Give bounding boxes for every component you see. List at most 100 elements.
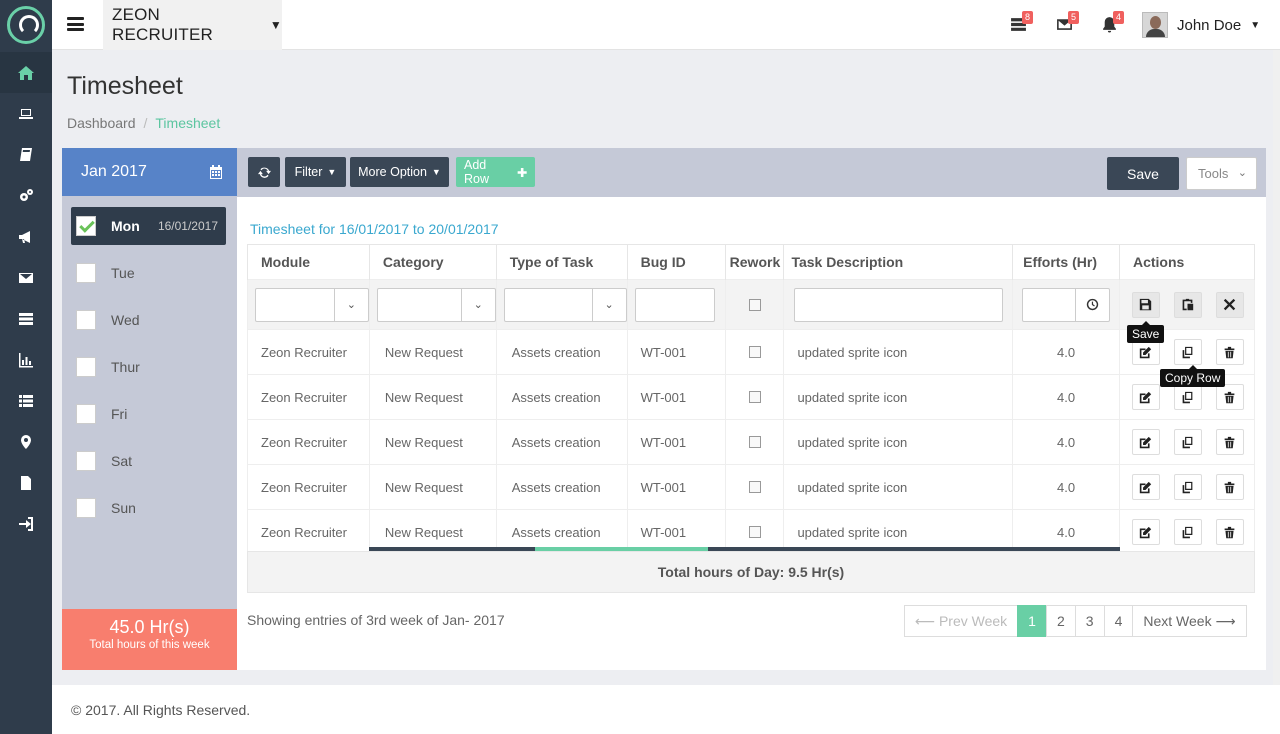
more-option-button[interactable]: More Option ▼ <box>350 157 449 187</box>
bug-id-cell: WT-001 <box>627 419 727 465</box>
day-item-sat[interactable]: Sat <box>71 442 226 480</box>
hamburger-menu-icon[interactable] <box>67 17 84 31</box>
book-icon[interactable] <box>0 134 52 175</box>
column-header[interactable]: Bug ID <box>627 244 727 280</box>
column-header[interactable]: Module <box>247 244 370 280</box>
tools-select[interactable]: Tools ⌄ <box>1186 157 1257 190</box>
rework-checkbox[interactable] <box>748 391 761 403</box>
edit-row-button[interactable] <box>1131 429 1160 455</box>
column-header[interactable]: Task Description <box>783 244 1014 280</box>
next-week-button[interactable]: Next Week ⟶ <box>1132 605 1247 637</box>
copy-row-button[interactable] <box>1173 339 1202 365</box>
calendar-icon[interactable] <box>208 164 224 180</box>
copy-row-button[interactable] <box>1173 474 1202 500</box>
list-icon[interactable] <box>0 380 52 421</box>
add-row-button[interactable]: Add Row <box>456 157 535 187</box>
category-cell: New Request <box>369 464 497 510</box>
copy-row-button[interactable] <box>1173 519 1202 546</box>
day-item-fri[interactable]: Fri <box>71 395 226 433</box>
bug-id-cell: WT-001 <box>627 329 727 375</box>
day-checkbox[interactable] <box>76 263 96 283</box>
showing-text: Showing entries of 3rd week of Jan- 2017 <box>247 612 505 628</box>
copy-row-button[interactable] <box>1173 429 1202 455</box>
delete-row-button[interactable] <box>1215 384 1244 410</box>
rework-checkbox[interactable] <box>748 526 761 539</box>
task-type-select[interactable]: ⌄ <box>503 287 627 322</box>
user-name: John Doe <box>1177 16 1242 34</box>
page-scrollbar[interactable] <box>1273 50 1280 734</box>
day-checkbox[interactable] <box>76 216 96 236</box>
day-checkbox[interactable] <box>76 498 96 518</box>
edit-row-button[interactable] <box>1131 474 1160 500</box>
page-2-button[interactable]: 2 <box>1045 605 1076 637</box>
copyright-text: © 2017. All Rights Reserved. <box>71 702 251 718</box>
clock-icon[interactable] <box>1074 288 1109 321</box>
delete-row-button[interactable] <box>1215 429 1244 455</box>
save-button[interactable]: Save <box>1107 157 1179 190</box>
app-logo[interactable] <box>0 0 52 50</box>
laptop-icon[interactable] <box>0 93 52 134</box>
user-menu[interactable]: John Doe ▼ <box>1142 12 1260 38</box>
envelope-icon[interactable] <box>0 257 52 298</box>
efforts-input[interactable] <box>1022 287 1110 322</box>
day-checkbox[interactable] <box>76 310 96 330</box>
rework-checkbox[interactable] <box>748 298 761 311</box>
delete-row-button[interactable] <box>1215 474 1244 500</box>
page-1-button[interactable]: 1 <box>1017 605 1047 637</box>
column-header[interactable]: Rework <box>725 244 785 280</box>
megaphone-icon[interactable] <box>0 216 52 257</box>
filter-button[interactable]: Filter ▼ <box>285 157 346 187</box>
day-item-tue[interactable]: Tue <box>71 254 226 292</box>
bug-id-input[interactable] <box>634 287 716 322</box>
page-4-button[interactable]: 4 <box>1103 605 1134 637</box>
task-description-input[interactable] <box>794 287 1004 322</box>
rework-checkbox[interactable] <box>748 346 761 358</box>
save-row-button[interactable] <box>1131 291 1160 318</box>
sign-in-icon[interactable] <box>0 503 52 544</box>
bell-icon[interactable]: 4 <box>1101 11 1125 36</box>
module-cell: Zeon Recruiter <box>247 329 370 375</box>
day-label: Mon <box>111 218 140 234</box>
paste-row-button[interactable] <box>1173 291 1202 318</box>
server-icon[interactable] <box>0 298 52 339</box>
cogs-icon[interactable] <box>0 175 52 216</box>
day-checkbox[interactable] <box>76 451 96 471</box>
map-marker-icon[interactable] <box>0 421 52 462</box>
document-icon[interactable] <box>0 462 52 503</box>
clear-row-button[interactable] <box>1215 291 1244 318</box>
delete-row-button[interactable] <box>1215 519 1244 546</box>
refresh-button[interactable] <box>248 157 280 187</box>
home-icon[interactable] <box>0 52 52 93</box>
caret-down-icon: ▼ <box>1250 19 1261 31</box>
mail-icon[interactable]: 5 <box>1056 11 1080 36</box>
edit-row-button[interactable] <box>1131 384 1160 410</box>
day-checkbox[interactable] <box>76 357 96 377</box>
prev-week-button[interactable]: ⟵ Prev Week <box>904 605 1019 637</box>
rework-checkbox[interactable] <box>748 436 761 448</box>
day-item-mon[interactable]: Mon 16/01/2017 <box>71 207 226 245</box>
day-item-sun[interactable]: Sun <box>71 489 226 527</box>
breadcrumb-timesheet: Timesheet <box>155 115 221 131</box>
column-header[interactable]: Type of Task <box>496 244 628 280</box>
bar-chart-icon[interactable] <box>0 339 52 380</box>
edit-row-button[interactable] <box>1131 519 1160 546</box>
category-select[interactable]: ⌄ <box>376 287 496 322</box>
day-item-wed[interactable]: Wed <box>71 301 226 339</box>
page-3-button[interactable]: 3 <box>1074 605 1105 637</box>
tasks-icon[interactable]: 8 <box>1010 11 1034 36</box>
day-item-thur[interactable]: Thur <box>71 348 226 386</box>
table-row: Zeon Recruiter New Request Assets creati… <box>247 419 1256 465</box>
chevron-down-icon: ⌄ <box>333 288 368 321</box>
timesheet-table: Module Category Type of Task Bug ID Rewo… <box>247 244 1256 555</box>
copy-row-button[interactable] <box>1173 384 1202 410</box>
column-header[interactable]: Category <box>369 244 497 280</box>
breadcrumb-dashboard[interactable]: Dashboard <box>67 115 136 131</box>
delete-row-button[interactable] <box>1215 339 1244 365</box>
rework-checkbox[interactable] <box>748 481 761 493</box>
month-header[interactable]: Jan 2017 <box>62 148 237 196</box>
module-select[interactable]: ⌄ <box>255 287 369 322</box>
column-header[interactable]: Efforts (Hr) <box>1012 244 1120 280</box>
day-checkbox[interactable] <box>76 404 96 424</box>
brand-selector[interactable]: ZEON RECRUITER ▼ <box>103 0 282 50</box>
day-date: 16/01/2017 <box>157 219 218 233</box>
